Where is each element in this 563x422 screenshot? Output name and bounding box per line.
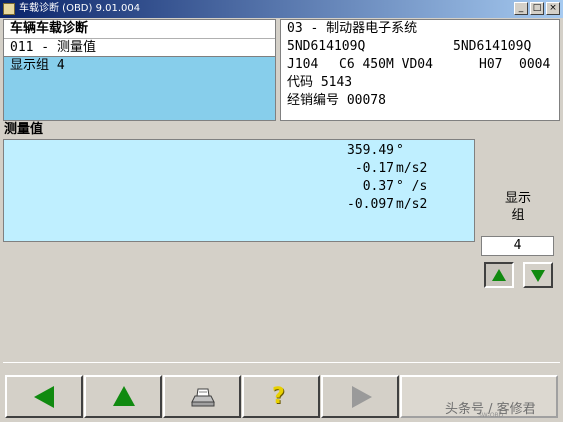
arrow-up-icon [113,386,135,406]
next-button[interactable] [321,375,399,418]
arrow-right-icon [352,386,372,408]
measurement-panel: 359.49 ° -0.17 m/s2 0.37 ° /s -0.097 m/s… [3,139,475,242]
measurement-value: -0.097 [347,197,394,212]
measurement-unit: m/s2 [396,197,428,212]
app-title: 车辆车载诊断 [10,21,89,36]
window-title: 车载诊断 (OBD) 9.01.004 [19,3,141,14]
help-button[interactable]: ? [242,375,320,418]
arrow-left-icon [34,386,54,408]
question-icon: ? [272,384,285,409]
measurement-value: 0.37 [362,179,394,194]
measurement-value: -0.17 [354,161,394,176]
measurement-unit: ° /s [396,179,428,194]
minimize-button[interactable]: _ [514,2,528,15]
component-desc: C6 450M VD04 [339,57,433,72]
back-button[interactable] [5,375,83,418]
display-group-label-line1: 显示 [504,191,531,206]
function-label: 011 - 测量值 [4,38,275,57]
measurement-label: 测量值 [4,122,44,137]
up-button[interactable] [84,375,162,418]
display-group-label-line2: 组 [511,208,525,223]
component-id: J104 [287,57,319,72]
display-group-label: 显示 组 [482,190,554,224]
print-button[interactable] [163,375,241,418]
coding-value: 代码 5143 [287,75,353,90]
app-icon [3,3,15,15]
component-coding: 0004 [519,57,551,72]
display-group-input[interactable]: 4 [481,236,554,256]
measurement-unit: ° [396,143,404,158]
measurement-value: 359.49 [347,143,394,158]
part-number-2: 5ND614109Q [453,39,532,54]
title-bar: 车载诊断 (OBD) 9.01.004 _ □ × [0,0,563,18]
display-group-line: 显示组 4 [4,56,275,120]
close-button[interactable]: × [546,2,560,15]
maximize-button[interactable]: □ [530,2,544,15]
group-up-button[interactable] [484,262,514,288]
triangle-up-icon [492,269,506,281]
status-strip [3,362,560,373]
component-version: H07 [479,57,503,72]
group-down-button[interactable] [523,262,553,288]
printer-icon [191,388,215,407]
control-unit-info: 03 - 制动器电子系统 5ND614109Q 5ND614109Q J104 … [280,19,560,121]
dealer-number: 经销编号 00078 [287,93,386,108]
system-name: 03 - 制动器电子系统 [287,21,418,36]
triangle-down-icon [531,270,545,282]
watermark-text: 头条号 / 客修君 [445,402,536,417]
measurement-unit: m/s2 [396,161,428,176]
part-number-1: 5ND614109Q [287,39,366,54]
header-left-panel: 车辆车载诊断 011 - 测量值 显示组 4 [3,19,276,121]
